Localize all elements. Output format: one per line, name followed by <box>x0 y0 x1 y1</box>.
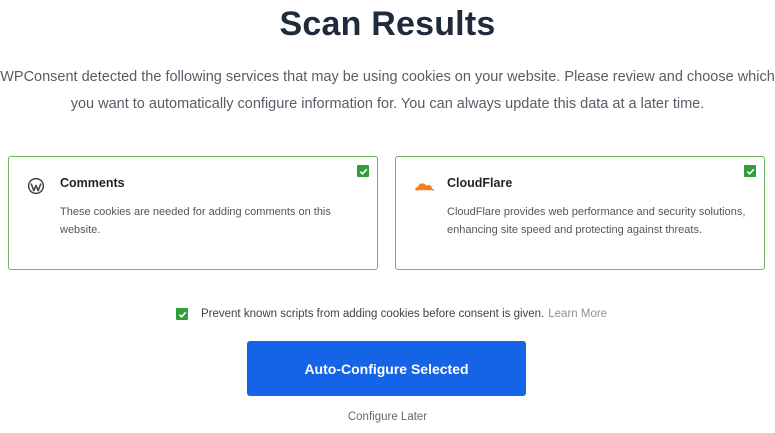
scan-results-page: Scan Results WPConsent detected the foll… <box>0 0 775 433</box>
service-name: Comments <box>60 176 125 190</box>
auto-configure-button[interactable]: Auto-Configure Selected <box>247 341 526 396</box>
page-title: Scan Results <box>279 5 496 43</box>
service-description: CloudFlare provides web performance and … <box>447 206 746 236</box>
service-card-cloudflare[interactable]: CloudFlare CloudFlare provides web perfo… <box>395 156 765 270</box>
cloudflare-icon <box>414 177 436 195</box>
prevent-scripts-label: Prevent known scripts from adding cookie… <box>201 308 545 320</box>
intro-text: WPConsent detected the following service… <box>0 64 775 118</box>
service-checkbox-cloudflare[interactable] <box>744 165 756 177</box>
service-checkbox-comments[interactable] <box>357 165 369 177</box>
intro-line-1: WPConsent detected the following service… <box>0 69 775 85</box>
service-description: These cookies are needed for adding comm… <box>60 206 331 236</box>
learn-more-link[interactable]: Learn More <box>548 308 607 320</box>
intro-line-2: you want to automatically configure info… <box>70 96 705 112</box>
checkmark-icon <box>746 168 754 175</box>
prevent-scripts-row: Prevent known scripts from adding cookie… <box>176 308 607 320</box>
checkmark-icon <box>178 311 186 318</box>
checkmark-icon <box>359 168 367 175</box>
wordpress-icon <box>27 177 45 195</box>
service-card-comments[interactable]: Comments These cookies are needed for ad… <box>8 156 378 270</box>
service-name: CloudFlare <box>447 176 513 190</box>
configure-later-link[interactable]: Configure Later <box>0 411 775 423</box>
prevent-scripts-checkbox[interactable] <box>176 308 188 320</box>
